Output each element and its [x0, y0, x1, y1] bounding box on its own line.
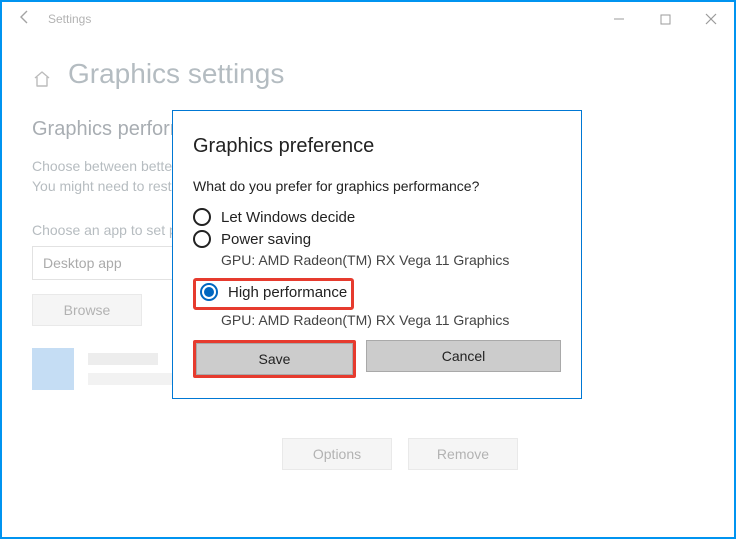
option-high-performance[interactable]: High performance — [200, 283, 347, 301]
app-icon — [32, 348, 74, 390]
window-title: Settings — [48, 12, 91, 26]
option-let-windows-decide[interactable]: Let Windows decide — [193, 208, 561, 226]
minimize-button[interactable] — [596, 3, 642, 35]
page-heading-text: Graphics settings — [68, 58, 284, 90]
graphics-preference-dialog: Graphics preference What do you prefer f… — [172, 110, 582, 399]
high-performance-gpu: GPU: AMD Radeon(TM) RX Vega 11 Graphics — [221, 312, 561, 328]
power-saving-gpu: GPU: AMD Radeon(TM) RX Vega 11 Graphics — [221, 252, 561, 268]
options-button[interactable]: Options — [282, 438, 392, 470]
remove-button[interactable]: Remove — [408, 438, 518, 470]
dialog-question: What do you prefer for graphics performa… — [193, 178, 561, 194]
highlight-save: Save — [193, 340, 356, 378]
radio-icon — [193, 208, 211, 226]
option-label: High performance — [228, 284, 347, 301]
app-type-value: Desktop app — [43, 255, 122, 271]
close-button[interactable] — [688, 3, 734, 35]
cancel-button[interactable]: Cancel — [366, 340, 561, 372]
option-label: Let Windows decide — [221, 209, 355, 226]
radio-icon — [200, 283, 218, 301]
radio-icon — [193, 230, 211, 248]
dialog-title: Graphics preference — [193, 135, 561, 158]
browse-button[interactable]: Browse — [32, 294, 142, 326]
back-button[interactable] — [2, 9, 48, 30]
home-icon[interactable] — [32, 64, 52, 84]
page-heading: Graphics settings — [32, 58, 704, 90]
titlebar: Settings — [2, 2, 734, 36]
option-label: Power saving — [221, 231, 311, 248]
app-actions: Options Remove — [282, 438, 518, 470]
dialog-buttons: Save Cancel — [193, 340, 561, 378]
save-button[interactable]: Save — [196, 343, 353, 375]
maximize-button[interactable] — [642, 3, 688, 35]
option-power-saving[interactable]: Power saving — [193, 230, 561, 248]
highlight-high-performance: High performance — [193, 278, 354, 310]
